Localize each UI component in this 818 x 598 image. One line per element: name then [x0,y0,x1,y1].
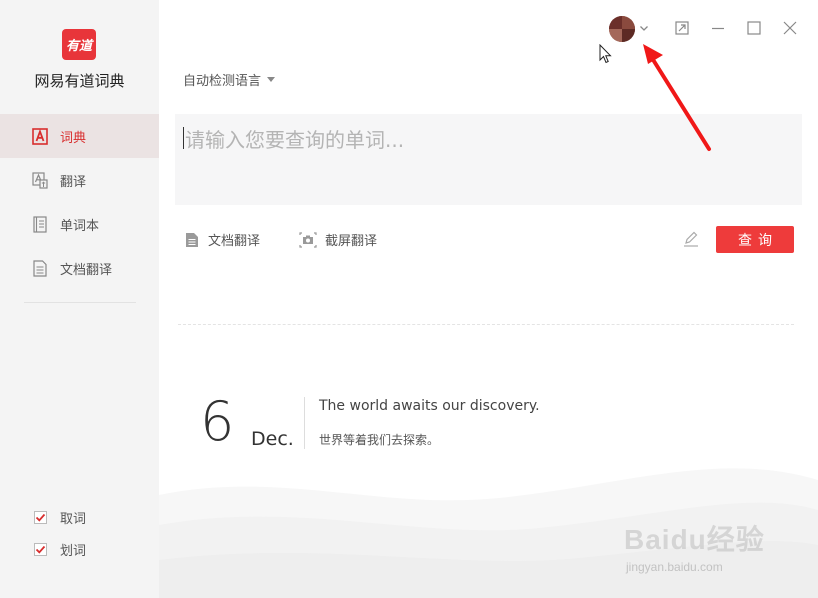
shrink-window-icon[interactable] [674,20,690,36]
sidebar-item-label: 单词本 [60,218,100,234]
sidebar-item-wordbook[interactable]: 单词本 [0,202,159,246]
user-avatar[interactable] [609,16,635,42]
select-word-option[interactable]: 划词 [34,540,86,559]
quote-separator [304,397,305,449]
wordbook-icon [32,215,48,233]
mouse-pointer-icon [599,44,612,64]
capture-word-checkbox[interactable] [34,511,47,524]
capture-word-option[interactable]: 取词 [34,508,86,527]
app-logo-text: 有道 [65,38,92,53]
text-caret [183,127,184,149]
dropdown-chevron-icon[interactable] [638,22,650,34]
document-icon [32,259,48,277]
daily-quote-chinese: 世界等着我们去探索。 [319,433,440,447]
daily-month: Dec. [251,428,294,450]
close-icon[interactable] [782,20,798,36]
checkmark-icon [35,545,46,554]
handwriting-icon[interactable] [682,230,700,248]
camera-icon [299,231,317,248]
sidebar: 有道 网易有道词典 词典 翻译 单词本 文档翻译 取词 划词 [0,0,159,598]
sidebar-item-doc-translate[interactable]: 文档翻译 [0,246,159,290]
maximize-icon[interactable] [746,20,762,36]
sidebar-item-label: 翻译 [60,174,87,190]
checkmark-icon [35,513,46,522]
translate-icon [32,171,48,189]
watermark-title: Baidu经验 [624,524,765,555]
daily-quote-english: The world awaits our discovery. [319,398,540,414]
sidebar-item-dictionary[interactable]: 词典 [0,114,159,158]
daily-day: 6 [200,390,235,453]
minimize-icon[interactable] [710,20,726,36]
select-word-label: 划词 [60,544,87,559]
sidebar-divider [24,302,136,303]
screenshot-translate-label: 截屏翻译 [325,234,378,249]
query-input[interactable] [175,114,802,205]
select-word-checkbox[interactable] [34,543,47,556]
doc-translate-tool[interactable]: 文档翻译 [184,230,260,249]
query-box [175,114,802,205]
baidu-watermark: Baidu经验 jingyan.baidu.com [624,518,774,580]
watermark-url: jingyan.baidu.com [626,560,723,574]
sidebar-nav: 词典 翻译 单词本 文档翻译 [0,114,159,290]
language-selector-label: 自动检测语言 [183,74,262,89]
search-button[interactable]: 查询 [716,226,794,253]
app-name: 网易有道词典 [34,72,125,90]
sidebar-item-label: 词典 [60,130,87,146]
screenshot-translate-tool[interactable]: 截屏翻译 [299,230,377,249]
dictionary-icon [32,127,48,145]
caret-down-icon [267,77,276,82]
sidebar-item-translate[interactable]: 翻译 [0,158,159,202]
app-logo: 有道 [62,29,96,60]
sidebar-item-label: 文档翻译 [60,262,113,278]
doc-translate-label: 文档翻译 [208,234,261,249]
capture-word-label: 取词 [60,512,87,527]
document-icon [186,232,198,247]
language-selector[interactable]: 自动检测语言 [183,70,276,89]
section-divider [178,324,794,325]
